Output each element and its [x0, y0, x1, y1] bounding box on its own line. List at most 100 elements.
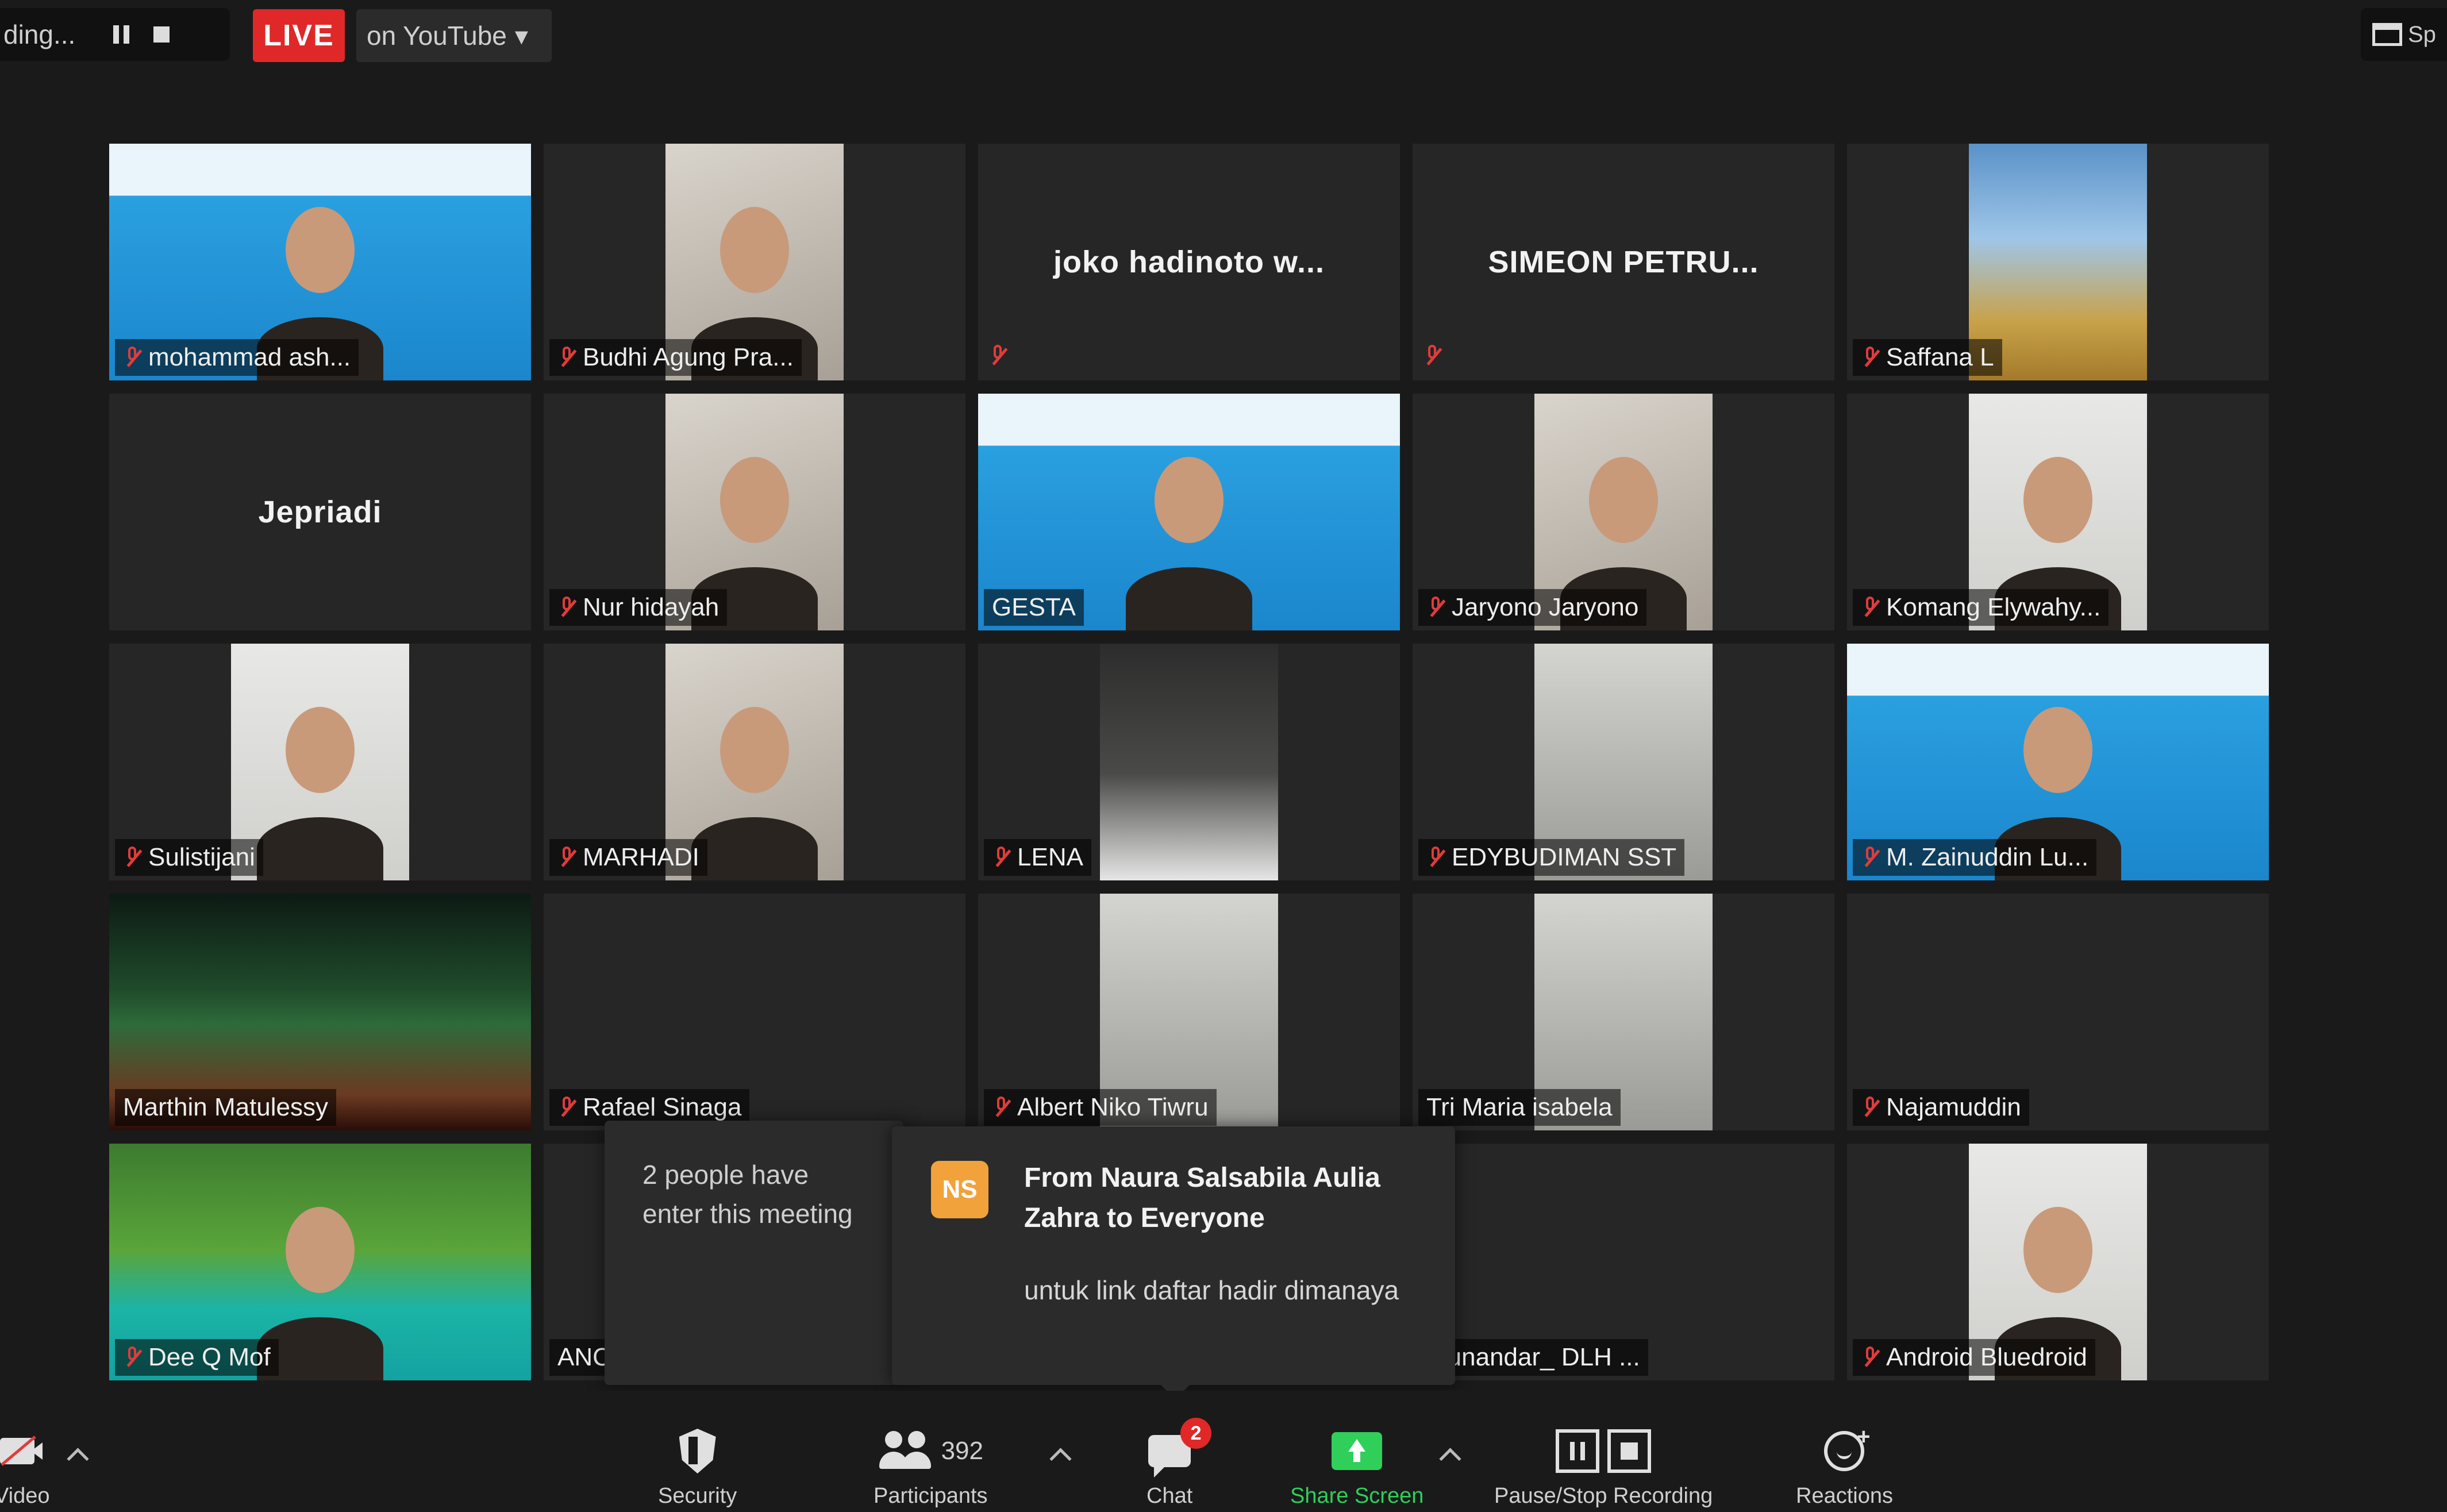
chat-label: Chat [1146, 1484, 1193, 1508]
participant-name: Munandar_ DLH ... [1426, 1343, 1640, 1371]
live-badge[interactable]: LIVE [253, 9, 345, 62]
mic-muted-icon [123, 344, 143, 371]
participant-tile[interactable]: Jaryono Jaryono [1413, 394, 1834, 630]
pause-icon [113, 25, 129, 44]
mic-muted-icon [992, 1094, 1011, 1121]
top-bar: ding... LIVE on YouTube ▾ Sp [0, 0, 2447, 80]
gallery-view-icon [2372, 23, 2402, 46]
participant-video [1100, 644, 1278, 880]
join-notification[interactable]: 2 people have enter this meeting [605, 1121, 903, 1385]
pause-recording-button[interactable] [101, 14, 141, 55]
mic-muted-icon [123, 844, 143, 871]
mic-muted-icon [557, 844, 577, 871]
video-label: Video [0, 1484, 50, 1508]
participant-name-tag: Saffana L [1853, 339, 2002, 376]
participant-tile[interactable]: joko hadinoto w... [978, 144, 1400, 380]
participant-tile[interactable]: M. Zainuddin Lu... [1847, 644, 2269, 880]
mic-muted-icon [1861, 1094, 1880, 1121]
participant-name: M. Zainuddin Lu... [1886, 843, 2089, 871]
participant-tile[interactable]: LENA [978, 644, 1400, 880]
participants-button[interactable]: 392 Participants [874, 1425, 988, 1509]
stop-recording-button[interactable] [141, 14, 182, 55]
reactions-icon: + [1824, 1424, 1870, 1471]
participant-name-tag: GESTA [984, 589, 1084, 626]
participant-tile[interactable]: Albert Niko Tiwru [978, 894, 1400, 1130]
participant-name: Dee Q Mof [148, 1343, 271, 1371]
participant-tile[interactable]: GESTA [978, 394, 1400, 630]
participant-name-tag: M. Zainuddin Lu... [1853, 839, 2097, 876]
chat-unread-badge: 2 [1180, 1418, 1212, 1449]
live-stream-target: on YouTube [367, 21, 507, 51]
chat-button[interactable]: 2 Chat [1146, 1418, 1212, 1509]
mic-muted-icon [557, 594, 577, 621]
pause-stop-recording-button[interactable]: Pause/Stop Recording [1494, 1425, 1713, 1509]
recording-label: Pause/Stop Recording [1494, 1484, 1713, 1508]
chat-message: untuk link daftar hadir dimanaya [1024, 1275, 1399, 1305]
participant-name: Nur hidayah [583, 593, 720, 621]
chat-preview-popup[interactable]: NS From Naura Salsabila Aulia Zahra to E… [892, 1126, 1455, 1385]
participant-tile[interactable]: Rafael Sinaga [544, 894, 965, 1130]
participant-tile[interactable]: Komang Elywahy... [1847, 394, 2269, 630]
participant-name-tag: Marthin Matulessy [115, 1089, 337, 1126]
view-toggle-button[interactable]: Sp [2361, 8, 2447, 61]
participant-tile[interactable]: Najamuddin [1847, 894, 2269, 1130]
participant-name: Komang Elywahy... [1886, 593, 2101, 621]
share-screen-button[interactable]: Share Screen [1290, 1425, 1423, 1509]
participant-name: ANC [557, 1343, 611, 1371]
participant-name: Najamuddin [1886, 1093, 2021, 1121]
stop-recording-icon [1607, 1429, 1652, 1473]
participant-name: LENA [1017, 843, 1083, 871]
participant-name-tag: Budhi Agung Pra... [549, 339, 802, 376]
participant-name-large: Jepriadi [258, 495, 382, 529]
participant-name: Rafael Sinaga [583, 1093, 742, 1121]
participant-tile[interactable]: Munandar_ DLH ... [1413, 1144, 1834, 1380]
participant-name-tag: Nur hidayah [549, 589, 728, 626]
share-screen-label: Share Screen [1290, 1484, 1424, 1508]
participant-tile[interactable]: Saffana L [1847, 144, 2269, 380]
participant-name-tag: Dee Q Mof [115, 1339, 279, 1376]
participant-name-tag: Komang Elywahy... [1853, 589, 2109, 626]
participant-name: MARHADI [583, 843, 699, 871]
participant-name: GESTA [992, 593, 1076, 621]
video-button[interactable]: Video [0, 1425, 50, 1509]
mic-muted-icon [1861, 1344, 1880, 1371]
participant-name-large: SIMEON PETRU... [1488, 245, 1759, 279]
participant-tile[interactable]: EDYBUDIMAN SST [1413, 644, 1834, 880]
reactions-button[interactable]: + Reactions [1796, 1424, 1893, 1509]
participant-tile[interactable]: Tri Maria isabela [1413, 894, 1834, 1130]
participant-tile[interactable]: Marthin Matulessy [109, 894, 531, 1130]
participant-tile[interactable]: Nur hidayah [544, 394, 965, 630]
participant-name-tag: MARHADI [549, 839, 707, 876]
participant-name-large: joko hadinoto w... [1053, 245, 1325, 279]
participant-tile[interactable]: Jepriadi [109, 394, 531, 630]
mic-muted-icon [1426, 844, 1446, 871]
participant-tile[interactable]: mohammad ash... [109, 144, 531, 380]
join-notification-text: 2 people have enter this meeting [642, 1160, 853, 1229]
mic-muted-icon [1861, 594, 1880, 621]
participant-name-tag: Jaryono Jaryono [1418, 589, 1647, 626]
mic-muted-icon [1426, 594, 1446, 621]
stop-icon [153, 26, 170, 43]
participant-tile[interactable]: Android Bluedroid [1847, 1144, 2269, 1380]
participant-tile[interactable]: MARHADI [544, 644, 965, 880]
recording-status-text: ding... [3, 20, 76, 49]
participant-name-tag: Tri Maria isabela [1418, 1089, 1621, 1126]
participant-name-tag: Najamuddin [1853, 1089, 2029, 1126]
participant-name-tag: mohammad ash... [115, 339, 359, 376]
view-label: Sp [2408, 21, 2436, 47]
share-options-caret[interactable] [1439, 1448, 1461, 1470]
participant-tile[interactable]: Budhi Agung Pra... [544, 144, 965, 380]
participant-tile[interactable]: Dee Q Mof [109, 1144, 531, 1380]
participant-name-tag: LENA [984, 839, 1091, 876]
participants-options-caret[interactable] [1049, 1448, 1072, 1470]
live-stream-dropdown[interactable]: on YouTube ▾ [356, 9, 552, 62]
participant-name-tag: EDYBUDIMAN SST [1418, 839, 1685, 876]
participant-name: Marthin Matulessy [123, 1093, 329, 1121]
participant-name: Tri Maria isabela [1426, 1093, 1613, 1121]
chat-icon: 2 [1148, 1418, 1212, 1478]
participant-name: Budhi Agung Pra... [583, 343, 794, 371]
video-options-caret[interactable] [67, 1448, 89, 1470]
participant-tile[interactable]: SIMEON PETRU... [1413, 144, 1834, 380]
security-button[interactable]: Security [658, 1425, 737, 1509]
participant-tile[interactable]: Sulistijani [109, 644, 531, 880]
